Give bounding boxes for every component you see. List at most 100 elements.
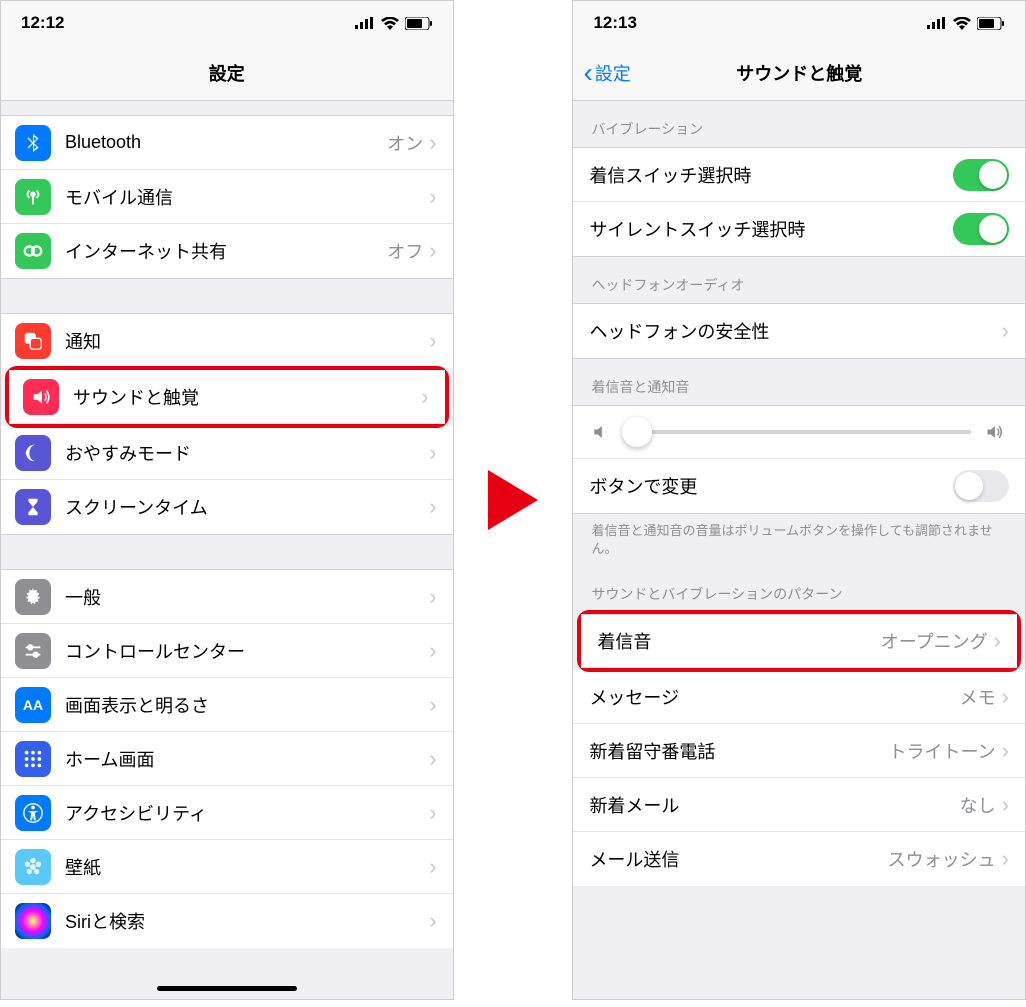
row-vibrate-ring[interactable]: 着信スイッチ選択時 [573, 148, 1025, 202]
row-dnd[interactable]: おやすみモード › [1, 426, 453, 480]
wifi-icon [953, 17, 971, 30]
chevron-right-icon: › [429, 130, 436, 156]
battery-icon [977, 17, 1005, 30]
sliders-icon [15, 633, 51, 669]
row-value: オフ [387, 238, 423, 264]
settings-screen: 12:12 設定 Bluetooth オン › モバイル通信 › インターネット… [0, 0, 454, 1000]
row-label: 着信音 [597, 628, 880, 654]
nav-bar: ‹ 設定 サウンドと触覚 [573, 45, 1025, 101]
signal-icon [355, 17, 375, 29]
row-wallpaper[interactable]: 壁紙 › [1, 840, 453, 894]
volume-low-icon [591, 422, 611, 442]
chevron-right-icon: › [429, 908, 436, 934]
chevron-right-icon: › [1002, 846, 1009, 872]
row-display[interactable]: AA 画面表示と明るさ › [1, 678, 453, 732]
row-value: トライトーン [889, 738, 996, 764]
hourglass-icon [15, 489, 51, 525]
toggle-vibrate-silent[interactable] [953, 213, 1009, 245]
row-label: コントロールセンター [65, 638, 429, 664]
volume-high-icon [983, 422, 1007, 442]
row-notifications[interactable]: 通知 › [1, 314, 453, 368]
row-newmail[interactable]: 新着メール なし › [573, 778, 1025, 832]
row-label: 新着留守番電話 [589, 738, 888, 764]
row-siri[interactable]: Siriと検索 › [1, 894, 453, 948]
volume-slider[interactable] [623, 430, 971, 434]
highlight-sounds: サウンドと触覚 › [5, 366, 449, 428]
row-control[interactable]: コントロールセンター › [1, 624, 453, 678]
status-bar: 12:13 [573, 1, 1025, 45]
toggle-vibrate-ring[interactable] [953, 159, 1009, 191]
flower-icon [15, 849, 51, 885]
row-label: 着信スイッチ選択時 [589, 162, 953, 188]
row-label: 一般 [65, 584, 429, 610]
row-label: アクセシビリティ [65, 800, 429, 826]
row-message[interactable]: メッセージ メモ › [573, 670, 1025, 724]
row-change-with-buttons[interactable]: ボタンで変更 [573, 459, 1025, 513]
status-bar: 12:12 [1, 1, 453, 45]
section-header-vibration: バイブレーション [573, 101, 1025, 147]
row-general[interactable]: 一般 › [1, 570, 453, 624]
row-bluetooth[interactable]: Bluetooth オン › [1, 116, 453, 170]
chevron-right-icon: › [994, 628, 1001, 654]
chevron-right-icon: › [1002, 684, 1009, 710]
chevron-right-icon: › [429, 238, 436, 264]
speaker-icon [23, 379, 59, 415]
arrow-divider [474, 0, 553, 1000]
volume-slider-row [573, 406, 1025, 459]
section-header-headphone: ヘッドフォンオーディオ [573, 257, 1025, 303]
battery-icon [405, 17, 433, 30]
moon-icon [15, 435, 51, 471]
chevron-right-icon: › [429, 800, 436, 826]
row-ringtone[interactable]: 着信音 オープニング › [581, 614, 1017, 668]
row-label: 画面表示と明るさ [65, 692, 429, 718]
row-accessibility[interactable]: アクセシビリティ › [1, 786, 453, 840]
toggle-change-buttons[interactable] [953, 470, 1009, 502]
chevron-right-icon: › [429, 584, 436, 610]
home-indicator[interactable] [157, 986, 297, 991]
row-sounds[interactable]: サウンドと触覚 › [9, 370, 445, 424]
chevron-right-icon: › [429, 746, 436, 772]
bluetooth-icon [15, 125, 51, 161]
row-label: Bluetooth [65, 132, 387, 153]
row-label: メッセージ [589, 684, 959, 710]
chevron-right-icon: › [429, 638, 436, 664]
back-label: 設定 [595, 60, 631, 86]
row-screentime[interactable]: スクリーンタイム › [1, 480, 453, 534]
link-icon [15, 233, 51, 269]
accessibility-icon [15, 795, 51, 831]
chevron-right-icon: › [429, 494, 436, 520]
chevron-right-icon: › [429, 184, 436, 210]
row-label: 新着メール [589, 792, 959, 818]
chevron-right-icon: › [429, 440, 436, 466]
nav-title: 設定 [209, 60, 245, 86]
row-label: 通知 [65, 328, 429, 354]
highlight-ringtone: 着信音 オープニング › [577, 610, 1021, 672]
row-label: ボタンで変更 [589, 473, 953, 499]
row-value: オン [387, 130, 423, 156]
row-home[interactable]: ホーム画面 › [1, 732, 453, 786]
chevron-right-icon: › [1002, 318, 1009, 344]
chevron-right-icon: › [429, 328, 436, 354]
section-header-patterns: サウンドとバイブレーションのパターン [573, 566, 1025, 612]
row-sentmail[interactable]: メール送信 スウォッシュ › [573, 832, 1025, 886]
row-headphone-safety[interactable]: ヘッドフォンの安全性 › [573, 304, 1025, 358]
chevron-right-icon: › [1002, 792, 1009, 818]
row-label: メール送信 [589, 846, 887, 872]
status-icons [355, 17, 433, 30]
row-mobile[interactable]: モバイル通信 › [1, 170, 453, 224]
antenna-icon [15, 179, 51, 215]
wifi-icon [381, 17, 399, 30]
row-vibrate-silent[interactable]: サイレントスイッチ選択時 [573, 202, 1025, 256]
row-hotspot[interactable]: インターネット共有 オフ › [1, 224, 453, 278]
row-voicemail[interactable]: 新着留守番電話 トライトーン › [573, 724, 1025, 778]
back-button[interactable]: ‹ 設定 [583, 57, 630, 89]
siri-icon [15, 903, 51, 939]
text-size-icon: AA [15, 687, 51, 723]
chevron-right-icon: › [1002, 738, 1009, 764]
row-label: インターネット共有 [65, 238, 387, 264]
row-value: オープニング [881, 628, 988, 654]
row-label: ホーム画面 [65, 746, 429, 772]
row-label: Siriと検索 [65, 908, 429, 934]
row-value: スウォッシュ [888, 846, 996, 872]
row-label: モバイル通信 [65, 184, 429, 210]
